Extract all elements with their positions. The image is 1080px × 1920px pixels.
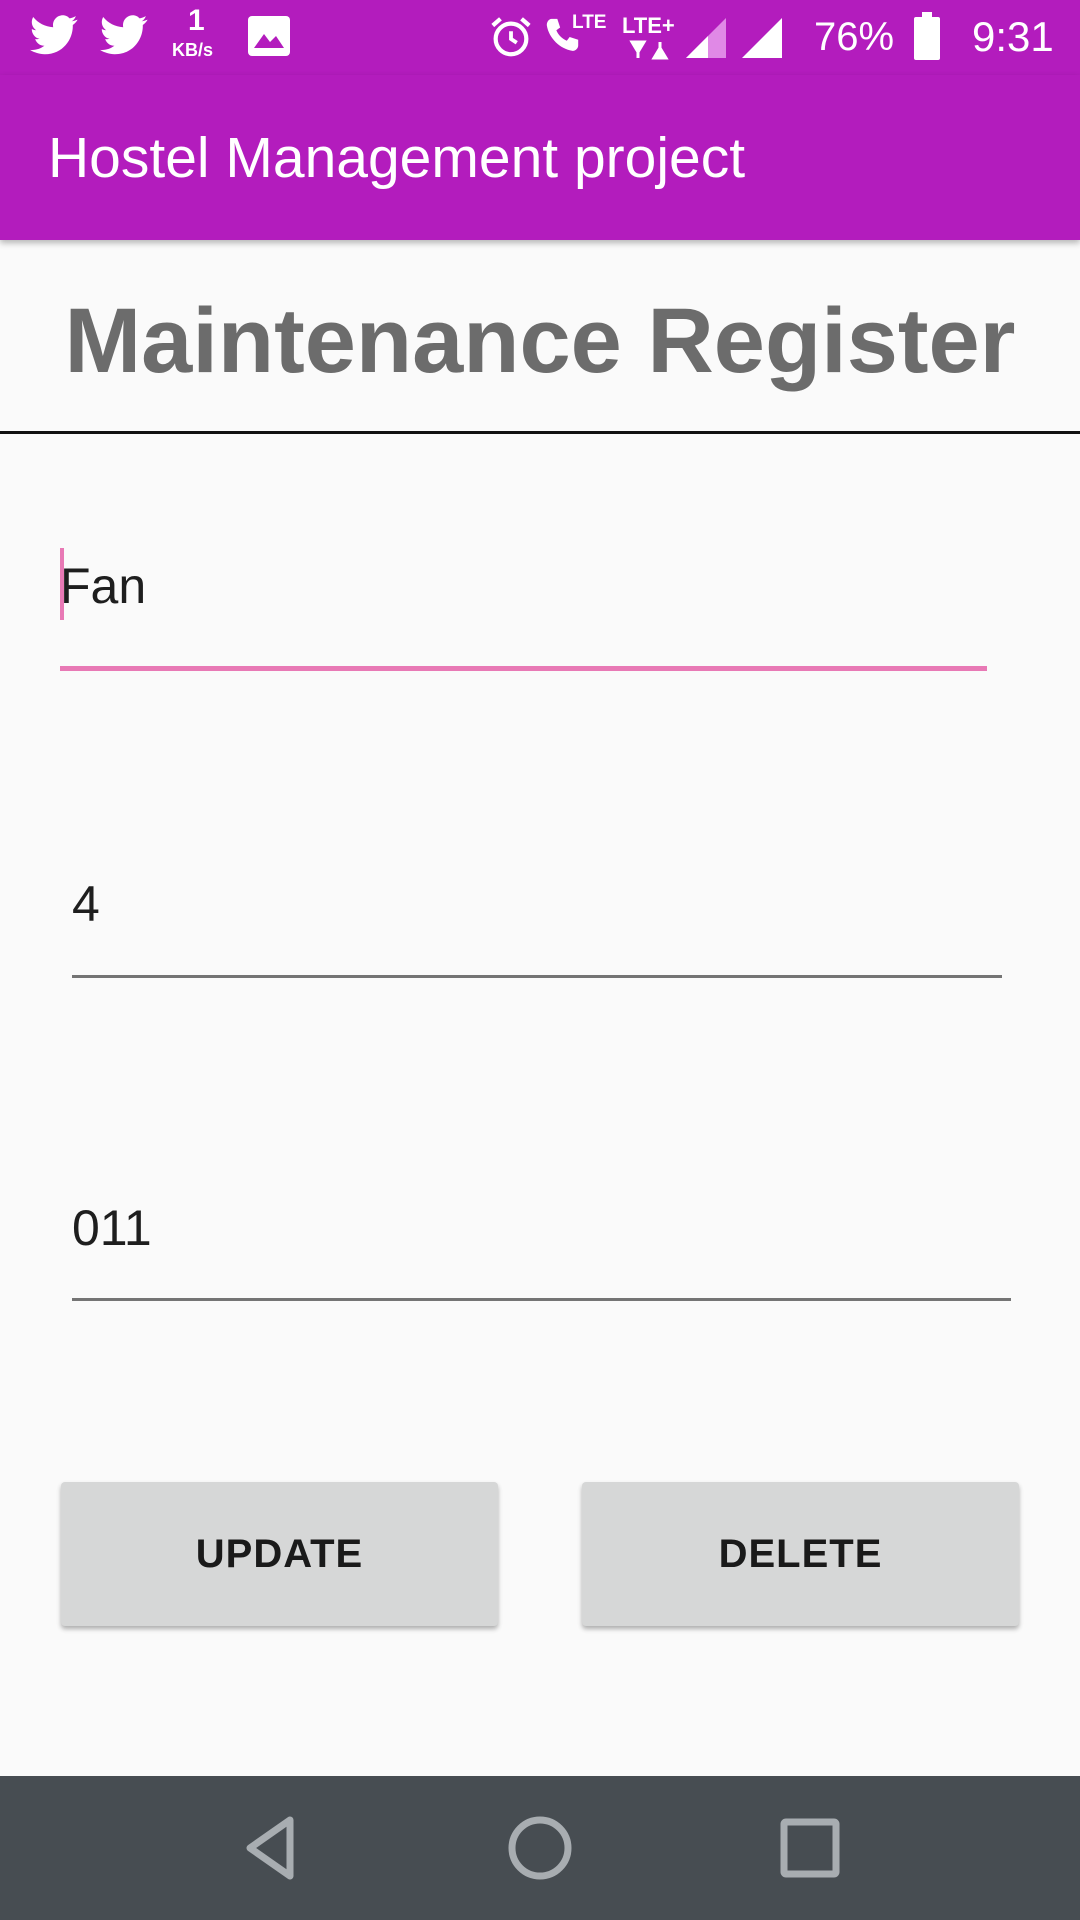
image-icon — [248, 16, 290, 56]
twitter-icon — [100, 15, 148, 55]
room-number-input[interactable]: 011 — [72, 1198, 1010, 1258]
lte-plus-label: LTE+ — [622, 13, 675, 38]
twitter-icon — [30, 15, 78, 55]
navigation-bar — [0, 1776, 1080, 1920]
signal-icon — [686, 18, 726, 58]
network-speed-value: 1 — [188, 4, 205, 37]
delete-button[interactable]: DELETE — [582, 1482, 1019, 1626]
alarm-icon — [491, 17, 531, 57]
battery-percent: 76% — [814, 15, 895, 59]
home-icon[interactable] — [500, 1812, 580, 1884]
page-heading: Maintenance Register — [64, 290, 1016, 392]
quantity-input-underline — [72, 975, 1002, 978]
battery-icon — [914, 12, 940, 60]
signal-icon — [742, 18, 782, 58]
network-speed-unit: KB/s — [172, 40, 214, 60]
item-input-underline — [60, 666, 987, 671]
app-bar: Hostel Management project — [0, 75, 1080, 240]
item-input[interactable]: Fan — [60, 556, 986, 616]
app-title: Hostel Management project — [48, 126, 746, 190]
heading-divider — [0, 431, 1080, 434]
quantity-input[interactable]: 4 — [72, 874, 1000, 934]
clock-time: 9:31 — [972, 13, 1054, 60]
recents-icon[interactable] — [770, 1812, 850, 1884]
status-bar: 1 KB/s LTE LTE+ 76% 9:31 — [0, 0, 1080, 75]
room-number-input-underline — [72, 1298, 1011, 1301]
lte-label: LTE — [572, 12, 607, 33]
update-button[interactable]: UPDATE — [61, 1482, 498, 1626]
data-arrows-icon — [629, 40, 669, 60]
back-icon[interactable] — [230, 1812, 310, 1884]
